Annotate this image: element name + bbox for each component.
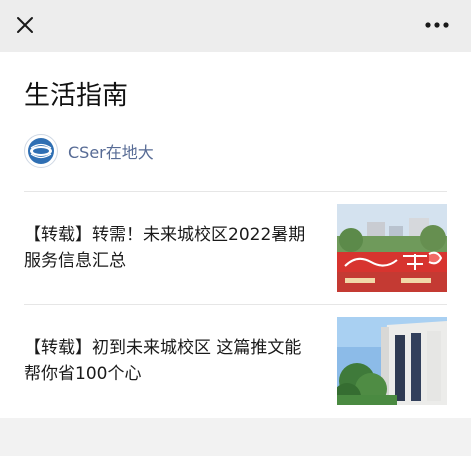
building-thumbnail <box>337 317 447 405</box>
close-icon <box>17 17 33 33</box>
account-logo-icon <box>28 138 54 164</box>
more-horizontal-icon <box>425 22 449 28</box>
account-name: CSer在地大 <box>68 143 154 162</box>
article-item-summer-services[interactable]: 【转载】转需！未来城校区2022暑期服务信息汇总 <box>24 204 447 292</box>
page-title: 生活指南 <box>24 81 129 111</box>
divider <box>24 304 447 305</box>
more-button[interactable] <box>419 12 455 38</box>
article-item-campus-guide[interactable]: 【转载】初到未来城校区 这篇推文能帮你省100个心 <box>24 317 447 405</box>
article-list-card: 生活指南 CSer在地大 【转载】转需！未来城校区2022暑期服务信息汇总 【转… <box>0 52 471 418</box>
close-button[interactable] <box>10 10 40 40</box>
divider <box>24 191 447 192</box>
campus-sign-thumbnail <box>337 204 447 292</box>
account-avatar <box>24 134 58 168</box>
account-link[interactable]: CSer在地大 <box>24 134 154 168</box>
article-title: 【转载】初到未来城校区 这篇推文能帮你省100个心 <box>24 338 302 384</box>
article-title: 【转载】转需！未来城校区2022暑期服务信息汇总 <box>24 225 306 271</box>
top-bar <box>0 0 471 52</box>
